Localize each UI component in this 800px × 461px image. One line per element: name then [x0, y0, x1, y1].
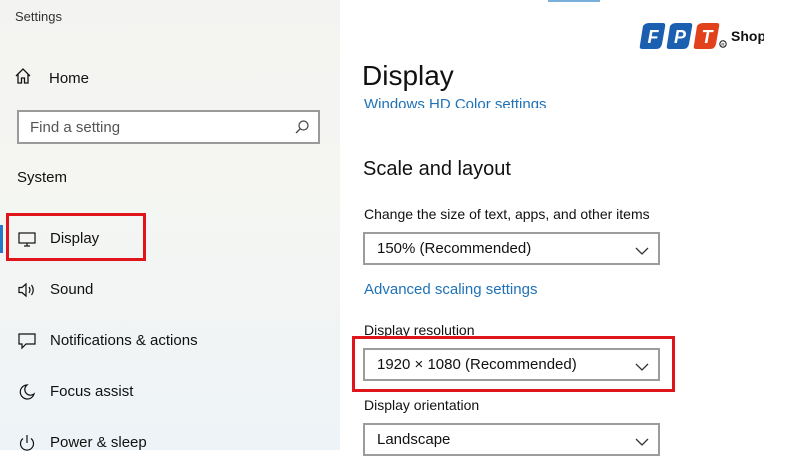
orientation-label: Display orientation: [364, 397, 480, 413]
settings-sidebar: Settings Home System Display Sound Notif…: [0, 0, 340, 451]
chevron-down-icon: [635, 434, 649, 452]
page-title: Display: [362, 60, 454, 91]
sidebar-item-label: Sound: [50, 281, 94, 298]
search-input[interactable]: [19, 117, 292, 137]
moon-icon: [17, 383, 37, 401]
scale-dropdown-value: 150% (Recommended): [377, 240, 532, 257]
sidebar-item-label: Power & sleep: [50, 434, 147, 451]
sidebar-item-power-sleep[interactable]: Power & sleep: [0, 425, 300, 461]
sidebar-item-label: Focus assist: [50, 383, 134, 400]
section-title-system: System: [17, 169, 68, 186]
nav-home[interactable]: Home: [14, 64, 89, 92]
orientation-dropdown[interactable]: Landscape: [363, 423, 660, 456]
sidebar-item-focus-assist[interactable]: Focus assist: [0, 374, 300, 410]
windows-hd-color-link[interactable]: Windows HD Color settings: [364, 96, 547, 108]
scale-dropdown[interactable]: 150% (Recommended): [363, 232, 660, 265]
logo-letter-f: F: [648, 27, 660, 47]
logo-letter-p: P: [674, 27, 687, 47]
app-title: Settings: [15, 9, 62, 24]
top-accent-line: [548, 0, 600, 2]
logo-shop-text: Shop: [731, 28, 764, 44]
home-icon: [14, 67, 32, 90]
annotation-highlight-resolution: [352, 336, 675, 392]
speaker-icon: [17, 281, 37, 299]
chevron-down-icon: [635, 243, 649, 261]
scale-label: Change the size of text, apps, and other…: [364, 206, 650, 222]
sidebar-item-label: Notifications & actions: [50, 332, 198, 349]
selection-indicator: [0, 225, 3, 253]
sidebar-item-notifications[interactable]: Notifications & actions: [0, 323, 300, 359]
search-box[interactable]: [17, 110, 320, 144]
message-icon: [17, 332, 37, 350]
power-icon: [17, 434, 37, 452]
fpt-shop-logo: F P T R Shop: [639, 20, 766, 54]
sidebar-item-sound[interactable]: Sound: [0, 272, 300, 308]
advanced-scaling-link[interactable]: Advanced scaling settings: [364, 281, 537, 298]
nav-home-label: Home: [49, 69, 90, 87]
annotation-highlight-display: [6, 213, 146, 261]
section-title-scale-layout: Scale and layout: [363, 158, 511, 180]
search-icon[interactable]: [294, 119, 310, 140]
orientation-dropdown-value: Landscape: [377, 431, 451, 448]
